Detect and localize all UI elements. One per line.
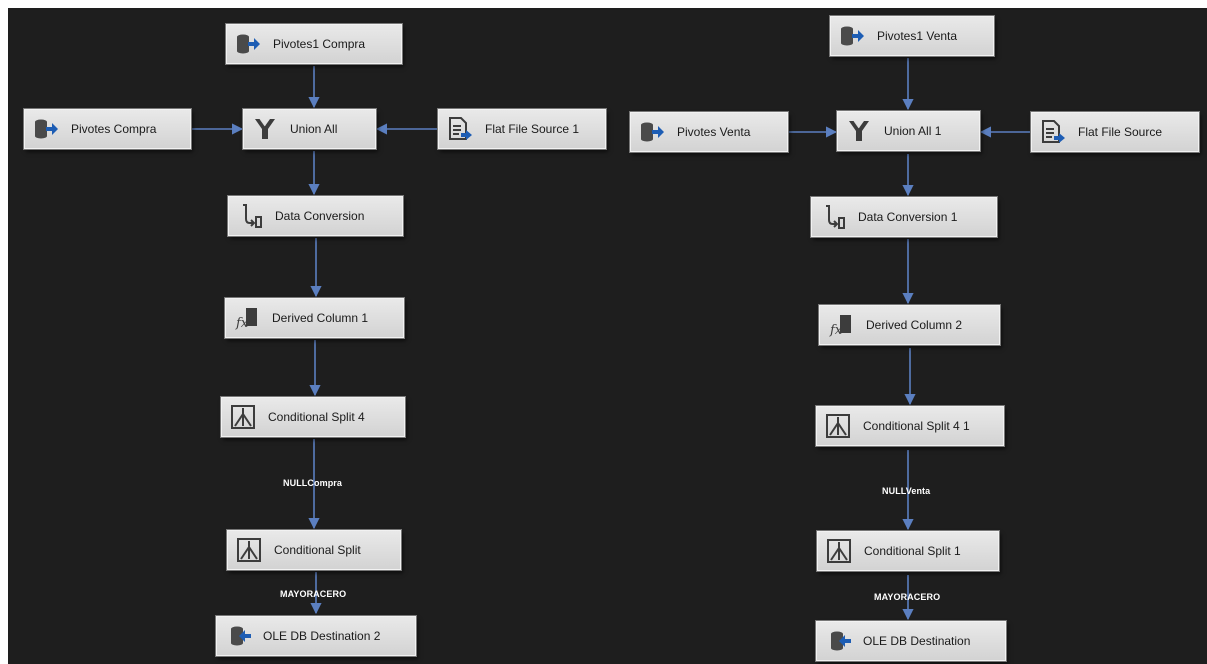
component-label: Data Conversion 1 <box>858 209 958 224</box>
component-data-conversion-1[interactable]: Data Conversion 1 <box>811 197 997 237</box>
component-label: Pivotes1 Compra <box>273 36 366 51</box>
component-derived-column-2[interactable]: fx Derived Column 2 <box>819 305 1000 345</box>
component-label: Pivotes1 Venta <box>877 28 958 43</box>
component-pivotes1-venta[interactable]: Pivotes1 Venta <box>830 16 994 56</box>
derived-column-icon: fx <box>234 305 260 331</box>
component-label: Union All <box>290 121 338 136</box>
component-pivotes1-compra[interactable]: Pivotes1 Compra <box>226 24 402 64</box>
component-conditional-split[interactable]: Conditional Split <box>227 530 401 570</box>
db-source-icon <box>235 31 261 57</box>
conditional-split-icon <box>825 413 851 439</box>
db-destination-icon <box>825 628 851 654</box>
component-label: Union All 1 <box>884 123 942 138</box>
db-destination-icon <box>225 623 251 649</box>
component-derived-column-1[interactable]: fx Derived Column 1 <box>225 298 404 338</box>
data-conversion-icon <box>820 204 846 230</box>
component-label: Pivotes Compra <box>71 121 157 136</box>
conditional-split-icon <box>236 537 262 563</box>
derived-column-icon: fx <box>828 312 854 338</box>
component-conditional-split-4-1[interactable]: Conditional Split 4 1 <box>816 406 1004 446</box>
union-all-icon <box>846 118 872 144</box>
component-ole-db-destination[interactable]: OLE DB Destination <box>816 621 1006 661</box>
component-flat-file-source[interactable]: Flat File Source <box>1031 112 1199 152</box>
flat-file-icon <box>447 116 473 142</box>
component-label: Pivotes Venta <box>677 124 751 139</box>
component-union-all[interactable]: Union All <box>243 109 376 149</box>
component-union-all-1[interactable]: Union All 1 <box>837 111 980 151</box>
component-label: Conditional Split 4 1 <box>863 418 970 433</box>
path-label-null-venta: NULLVenta <box>882 486 931 496</box>
component-label: Flat File Source 1 <box>485 121 580 136</box>
component-conditional-split-4[interactable]: Conditional Split 4 <box>221 397 405 437</box>
flat-file-icon <box>1040 119 1066 145</box>
component-label: Flat File Source <box>1078 124 1163 139</box>
component-label: OLE DB Destination <box>863 633 971 648</box>
path-label-null-compra: NULLCompra <box>283 478 342 488</box>
db-source-icon <box>839 23 865 49</box>
component-label: Conditional Split 4 <box>268 409 365 424</box>
component-label: Derived Column 1 <box>272 310 369 325</box>
component-label: OLE DB Destination 2 <box>263 628 381 643</box>
data-conversion-icon <box>237 203 263 229</box>
conditional-split-icon <box>826 538 852 564</box>
db-source-icon <box>33 116 59 142</box>
union-all-icon <box>252 116 278 142</box>
data-flow-canvas[interactable]: Pivotes1 Compra Pivotes Compra Union All… <box>8 8 1207 664</box>
path-label-mayoracero: MAYORACERO <box>874 592 941 602</box>
component-data-conversion[interactable]: Data Conversion <box>228 196 403 236</box>
db-source-icon <box>639 119 665 145</box>
component-flat-file-source-1[interactable]: Flat File Source 1 <box>438 109 606 149</box>
component-label: Data Conversion <box>275 208 365 223</box>
component-conditional-split-1[interactable]: Conditional Split 1 <box>817 531 999 571</box>
component-label: Derived Column 2 <box>866 317 963 332</box>
svg-text:fx: fx <box>829 323 843 338</box>
component-pivotes-venta[interactable]: Pivotes Venta <box>630 112 788 152</box>
path-label-mayoracero: MAYORACERO <box>280 589 347 599</box>
svg-text:fx: fx <box>235 316 249 331</box>
data-flow-paths <box>191 58 1030 621</box>
component-label: Conditional Split 1 <box>864 543 961 558</box>
component-ole-db-destination-2[interactable]: OLE DB Destination 2 <box>216 616 416 656</box>
component-pivotes-compra[interactable]: Pivotes Compra <box>24 109 191 149</box>
component-label: Conditional Split <box>274 542 361 557</box>
conditional-split-icon <box>230 404 256 430</box>
